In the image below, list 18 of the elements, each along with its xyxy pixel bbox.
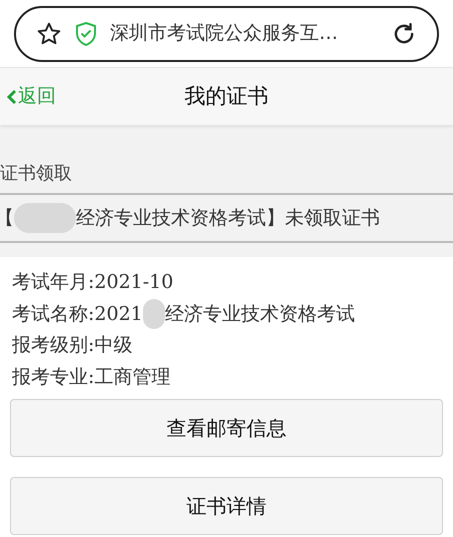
info-text: 考试名称:2021 [12,302,143,326]
info-text: 报考级别:中级 [12,333,132,358]
page-title: 我的证书 [184,82,268,110]
info-text: 考试年月:2021-10 [12,270,174,295]
info-text: 【 [0,206,14,231]
address-bar[interactable]: 深圳市考试院公众服务互… [14,6,439,62]
action-button[interactable]: 查看邮寄信息 [10,399,443,457]
section-title: 证书领取 [0,162,72,186]
action-button[interactable]: 证书详情 [10,477,443,535]
info-text: 经济专业技术资格考试】未领取证书 [76,206,380,231]
shield-icon [74,20,98,46]
redaction-blur [14,203,76,233]
info-text: 报考专业:工商管理 [12,364,170,390]
redaction-blur [142,299,165,330]
info-text: 经济专业技术资格考试 [164,302,355,326]
chevron-icon [6,88,18,104]
address-text: 深圳市考试院公众服务互… [110,21,339,46]
star-icon[interactable] [36,20,62,46]
